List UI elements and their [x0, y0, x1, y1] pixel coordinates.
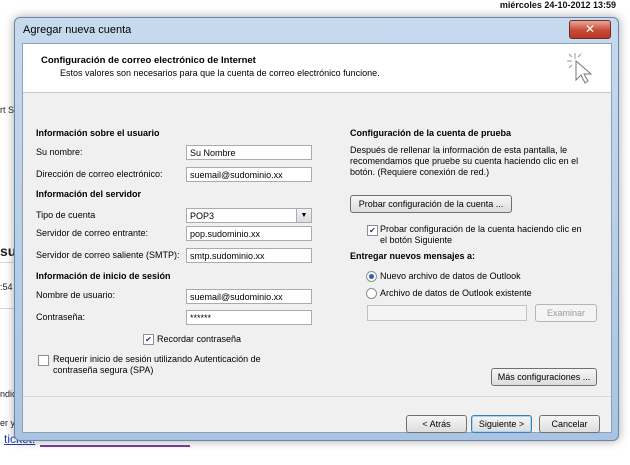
browse-button[interactable]: Examinar: [535, 304, 597, 322]
email-input[interactable]: suemail@sudominio.xx: [186, 167, 312, 182]
header-subtitle: Estos valores son necesarios para que la…: [60, 68, 380, 78]
incoming-server-input[interactable]: pop.sudominio.xx: [186, 226, 312, 241]
test-account-button[interactable]: Probar configuración de la cuenta ...: [350, 195, 512, 213]
remember-password-checkbox[interactable]: ✔: [143, 334, 154, 345]
dialog-client-area: Configuración de correo electrónico de I…: [22, 43, 612, 433]
background-highlight: [40, 445, 190, 447]
back-button[interactable]: < Atrás: [406, 415, 467, 433]
username-label: Nombre de usuario:: [36, 290, 116, 300]
cancel-button[interactable]: Cancelar: [539, 415, 600, 433]
account-type-value: POP3: [190, 211, 215, 221]
delivery-heading: Entregar nuevos mensajes a:: [350, 251, 476, 261]
login-info-heading: Información de inicio de sesión: [36, 271, 171, 281]
close-button[interactable]: ✕: [569, 20, 611, 39]
existing-data-file-radio[interactable]: [366, 288, 377, 299]
dialog-title: Agregar nueva cuenta: [23, 24, 132, 36]
close-icon: ✕: [584, 22, 596, 36]
username-input[interactable]: suemail@sudominio.xx: [186, 289, 312, 304]
auto-test-label-line-2: el botón Siguiente: [380, 235, 453, 245]
auto-test-checkbox[interactable]: ✔: [367, 225, 378, 236]
user-info-heading: Información sobre el usuario: [36, 128, 160, 138]
chevron-down-icon[interactable]: ▼: [296, 209, 311, 222]
name-input[interactable]: Su Nombre: [186, 145, 312, 160]
spa-checkbox[interactable]: [38, 355, 49, 366]
next-button[interactable]: Siguiente >: [471, 415, 532, 433]
new-data-file-radio[interactable]: [366, 271, 377, 282]
wizard-cursor-icon: [567, 53, 593, 84]
background-text-fragment: er y: [0, 418, 16, 428]
background-divider: [0, 308, 14, 309]
spa-label-line-2: contraseña segura (SPA): [53, 365, 154, 375]
account-type-select[interactable]: POP3 ▼: [186, 208, 312, 223]
background-text-fragment: :54: [0, 282, 13, 292]
new-data-file-label: Nuevo archivo de datos de Outlook: [380, 271, 521, 281]
test-settings-description: Después de rellenar la información de es…: [350, 145, 579, 177]
spa-label-line-1: Requerir inicio de sesión utilizando Aut…: [53, 354, 261, 364]
footer-divider: [23, 396, 611, 397]
existing-data-file-path-input[interactable]: [367, 305, 527, 321]
remember-password-label: Recordar contraseña: [157, 334, 242, 344]
incoming-server-label: Servidor de correo entrante:: [36, 228, 149, 238]
outgoing-server-input[interactable]: smtp.sudominio.xx: [186, 248, 312, 263]
add-account-dialog: Agregar nueva cuenta ✕ Configuración de …: [14, 17, 619, 441]
existing-data-file-label: Archivo de datos de Outlook existente: [380, 288, 532, 298]
account-type-label: Tipo de cuenta: [36, 210, 96, 220]
outgoing-server-label: Servidor de correo saliente (SMTP):: [36, 250, 180, 260]
server-info-heading: Información del servidor: [36, 189, 142, 199]
more-settings-button[interactable]: Más configuraciones ...: [491, 368, 597, 386]
password-input[interactable]: ******: [186, 310, 312, 325]
password-label: Contraseña:: [36, 312, 86, 322]
header-title: Configuración de correo electrónico de I…: [41, 55, 256, 66]
taskbar-date-time: miércoles 24-10-2012 13:59: [499, 0, 616, 10]
email-label: Dirección de correo electrónico:: [36, 169, 163, 179]
name-label: Su nombre:: [36, 147, 83, 157]
test-settings-heading: Configuración de la cuenta de prueba: [350, 128, 512, 138]
background-divider: [0, 262, 14, 263]
dialog-header: Configuración de correo electrónico de I…: [23, 44, 611, 93]
auto-test-label-line-1: Probar configuración de la cuenta hacien…: [380, 224, 582, 234]
